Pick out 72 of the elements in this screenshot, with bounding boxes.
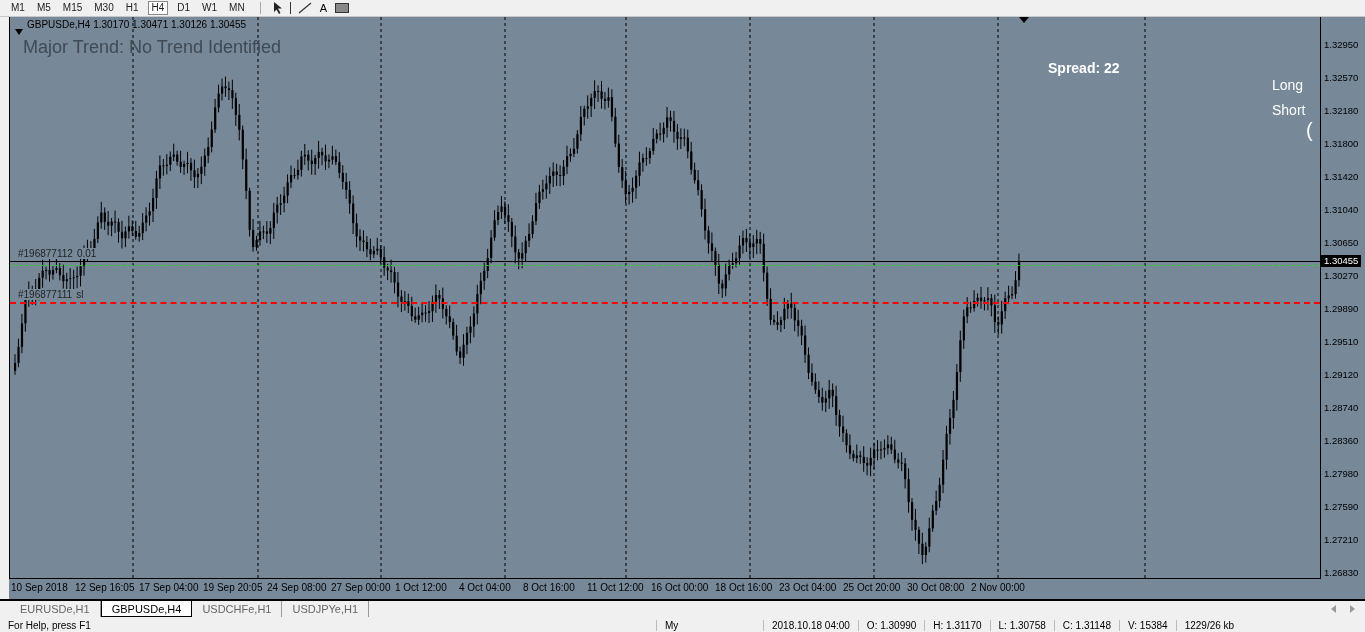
- order-label: sl: [76, 288, 84, 300]
- time-label: 18 Oct 16:00: [715, 580, 774, 595]
- short-label: Short: [1272, 101, 1306, 118]
- time-label: 30 Oct 08:00: [907, 580, 966, 595]
- status-field: O: 1.30990: [857, 619, 925, 631]
- bracket-text: (: [1306, 118, 1313, 142]
- trendline-icon[interactable]: [297, 1, 312, 14]
- timeframe-button[interactable]: M30: [91, 0, 117, 15]
- status-field: My: [656, 619, 763, 631]
- status-field: 2018.10.18 04:00: [763, 619, 858, 631]
- chart-tab[interactable]: GBPUSDe,H4: [100, 601, 193, 618]
- chart-title-text: GBPUSDe,H4 1.30170 1.30471 1.30126 1.30455: [27, 18, 247, 30]
- price-label: 1.30270: [1323, 269, 1360, 282]
- price-label: 1.30650: [1323, 236, 1360, 249]
- price-label: 1.32950: [1323, 38, 1360, 51]
- time-label: 27 Sep 00:00: [331, 580, 392, 595]
- status-field: V: 15384: [1119, 619, 1176, 631]
- timeframe-button[interactable]: H1: [122, 0, 142, 15]
- long-label: Long: [1272, 76, 1304, 93]
- price-label: 1.29120: [1323, 368, 1360, 381]
- time-label: 23 Oct 04:00: [779, 580, 838, 595]
- order-label: 0.01: [76, 247, 97, 259]
- time-label: 19 Sep 20:05: [203, 580, 264, 595]
- chart-tab[interactable]: EURUSDe,H1: [10, 601, 101, 618]
- dropdown-icon[interactable]: [15, 28, 23, 35]
- time-label: 24 Sep 08:00: [267, 580, 328, 595]
- cursor-icon[interactable]: [272, 1, 283, 14]
- trend-text: Major Trend: No Trend Identified: [23, 36, 282, 58]
- price-label: 1.26830: [1323, 566, 1360, 579]
- price-label: 1.32570: [1323, 71, 1360, 84]
- order-label: #196877112: [18, 247, 73, 259]
- price-label: 1.31800: [1323, 137, 1360, 150]
- timeframe-button[interactable]: M1: [8, 0, 28, 15]
- time-label: 17 Sep 04:00: [139, 580, 200, 595]
- order-label: #196877111: [18, 288, 73, 300]
- timeframe-button[interactable]: M5: [33, 0, 54, 15]
- price-label: 1.31420: [1323, 170, 1360, 183]
- time-label: 2 Nov 00:00: [971, 580, 1026, 595]
- status-field: C: 1.31148: [1053, 619, 1119, 631]
- price-label: 1.27590: [1323, 500, 1360, 513]
- spread-text: Spread: 22: [1048, 59, 1120, 76]
- time-label: 11 Oct 12:00: [587, 580, 645, 595]
- text-tool-button[interactable]: A: [317, 1, 329, 14]
- price-label: 1.32180: [1323, 104, 1360, 117]
- chart-tab[interactable]: USDJPYe,H1: [282, 601, 370, 618]
- timeframe-button[interactable]: D1: [174, 0, 194, 15]
- price-label: 1.29510: [1323, 335, 1360, 348]
- rectangle-icon[interactable]: [335, 2, 349, 13]
- price-label: 1.31040: [1323, 203, 1360, 216]
- time-label: 10 Sep 2018: [11, 580, 69, 595]
- time-label: 12 Sep 16:05: [75, 580, 136, 595]
- price-label: 1.27210: [1323, 533, 1360, 546]
- timeframe-button[interactable]: M15: [59, 0, 86, 15]
- timeframe-button[interactable]: MN: [226, 0, 248, 15]
- status-field: 1229/26 kb: [1175, 619, 1243, 631]
- chart-tab[interactable]: USDCHFe,H1: [192, 601, 283, 618]
- status-field: For Help, press F1: [0, 619, 656, 631]
- time-label: 4 Oct 04:00: [459, 580, 512, 595]
- time-label: 1 Oct 12:00: [395, 580, 448, 595]
- time-label: 16 Oct 00:00: [651, 580, 710, 595]
- status-field: L: 1.30758: [989, 619, 1054, 631]
- time-label: 8 Oct 16:00: [523, 580, 576, 595]
- price-label: 1.28740: [1323, 401, 1360, 414]
- price-label: 1.28360: [1323, 434, 1360, 447]
- price-label: 1.29890: [1323, 302, 1360, 315]
- timeframe-button[interactable]: H4: [147, 0, 169, 15]
- price-label: 1.27980: [1323, 467, 1360, 480]
- timeframe-button[interactable]: W1: [199, 0, 221, 15]
- status-field: H: 1.31170: [924, 619, 990, 631]
- time-label: 25 Oct 20:00: [843, 580, 902, 595]
- vertical-line-icon[interactable]: [288, 1, 292, 14]
- current-price-label: 1.30455: [1321, 254, 1362, 267]
